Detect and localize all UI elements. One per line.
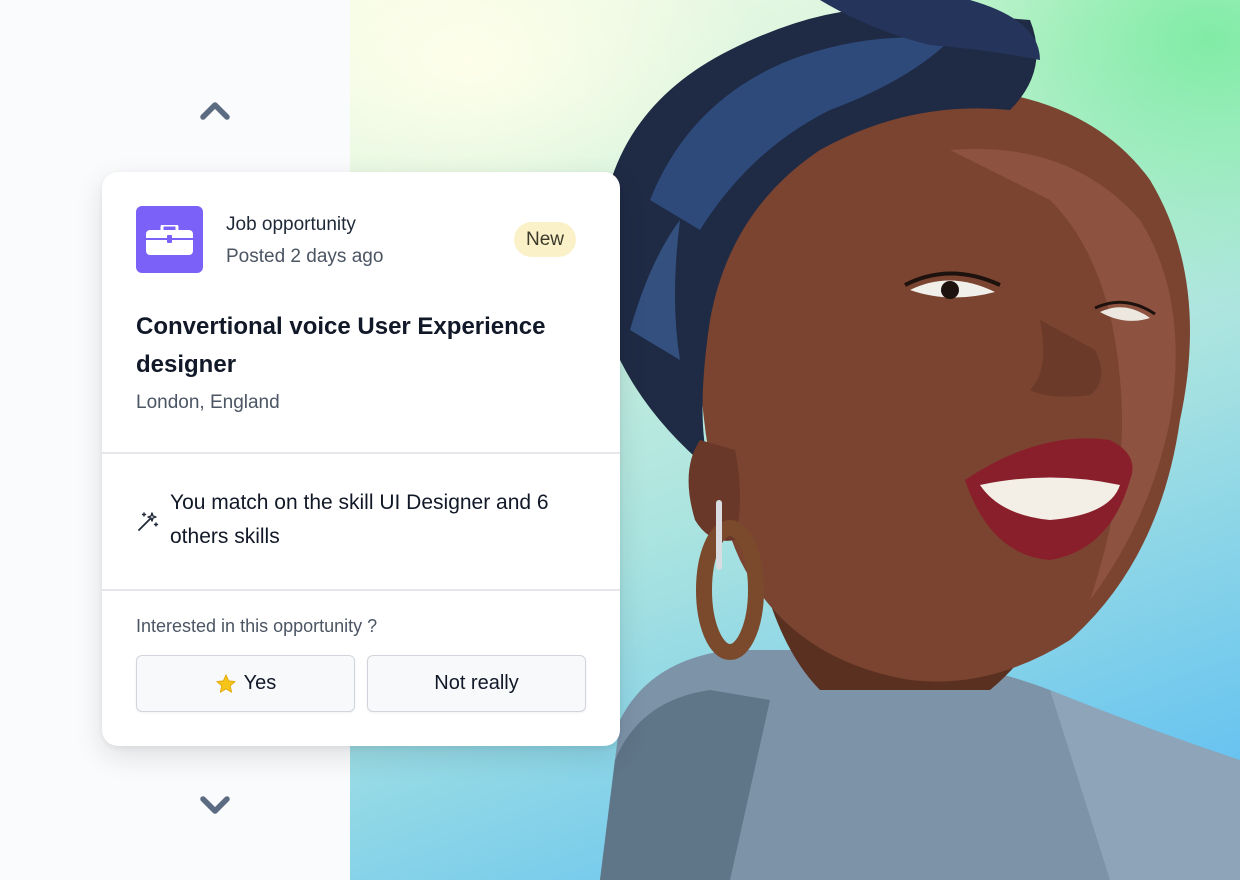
not-really-button[interactable]: Not really	[367, 655, 586, 712]
next-card-button[interactable]	[199, 794, 231, 818]
new-badge: New	[514, 222, 577, 257]
yes-button[interactable]: Yes	[136, 655, 355, 712]
skill-match-text: You match on the skill UI Designer and 6…	[170, 491, 549, 548]
job-opportunity-card: Job opportunity Posted 2 days ago New Co…	[102, 172, 620, 746]
magic-wand-icon	[138, 512, 159, 531]
divider	[102, 589, 620, 591]
card-header: Job opportunity Posted 2 days ago New Co…	[102, 172, 620, 453]
job-meta: Job opportunity Posted 2 days ago	[226, 214, 383, 268]
previous-card-button[interactable]	[199, 98, 231, 122]
job-location: London, England	[136, 392, 280, 413]
interest-question: Interested in this opportunity ?	[136, 616, 378, 636]
job-type-label: Job opportunity	[226, 214, 356, 235]
star-icon	[215, 673, 237, 695]
job-title[interactable]: Convertional voice User Experience desig…	[136, 308, 586, 384]
skill-match-row: You match on the skill UI Designer and 6…	[102, 454, 620, 589]
chevron-up-icon	[200, 102, 230, 120]
yes-button-label: Yes	[243, 672, 277, 694]
not-really-button-label: Not really	[434, 672, 519, 694]
chevron-down-icon	[200, 796, 230, 814]
posted-date: Posted 2 days ago	[226, 246, 384, 267]
briefcase-icon	[136, 206, 203, 273]
